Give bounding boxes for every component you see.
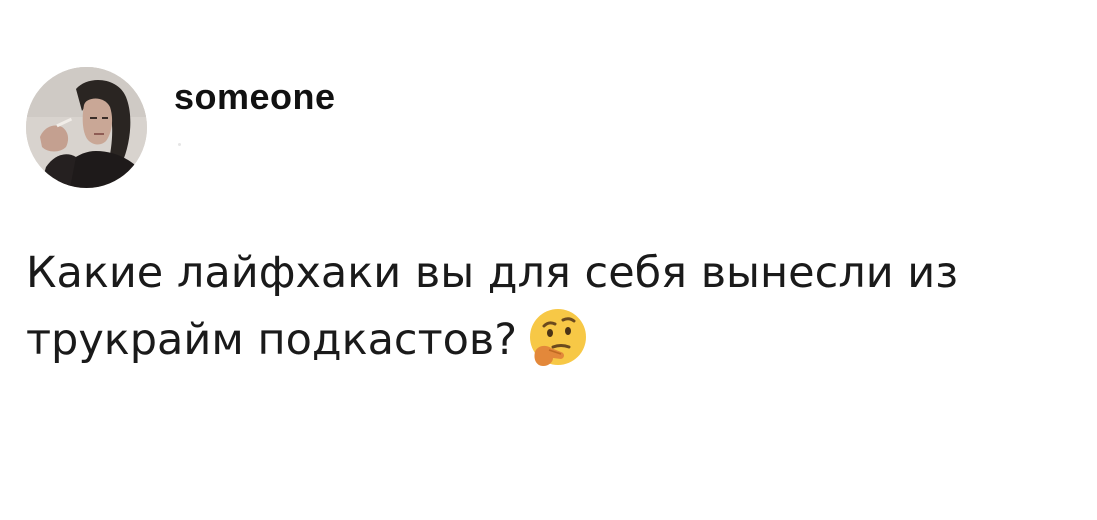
avatar-photo [26,67,147,188]
thinking-face-icon [527,306,589,368]
meta-dot [178,143,181,146]
post-text: Какие лайфхаки вы для себя вынесли из тр… [26,248,959,365]
post-body: Какие лайфхаки вы для себя вынесли из тр… [26,240,1026,373]
username[interactable]: someone [174,76,336,118]
post-card: someone Какие лайфхаки вы для себя вынес… [0,0,1097,520]
avatar[interactable] [26,67,147,188]
